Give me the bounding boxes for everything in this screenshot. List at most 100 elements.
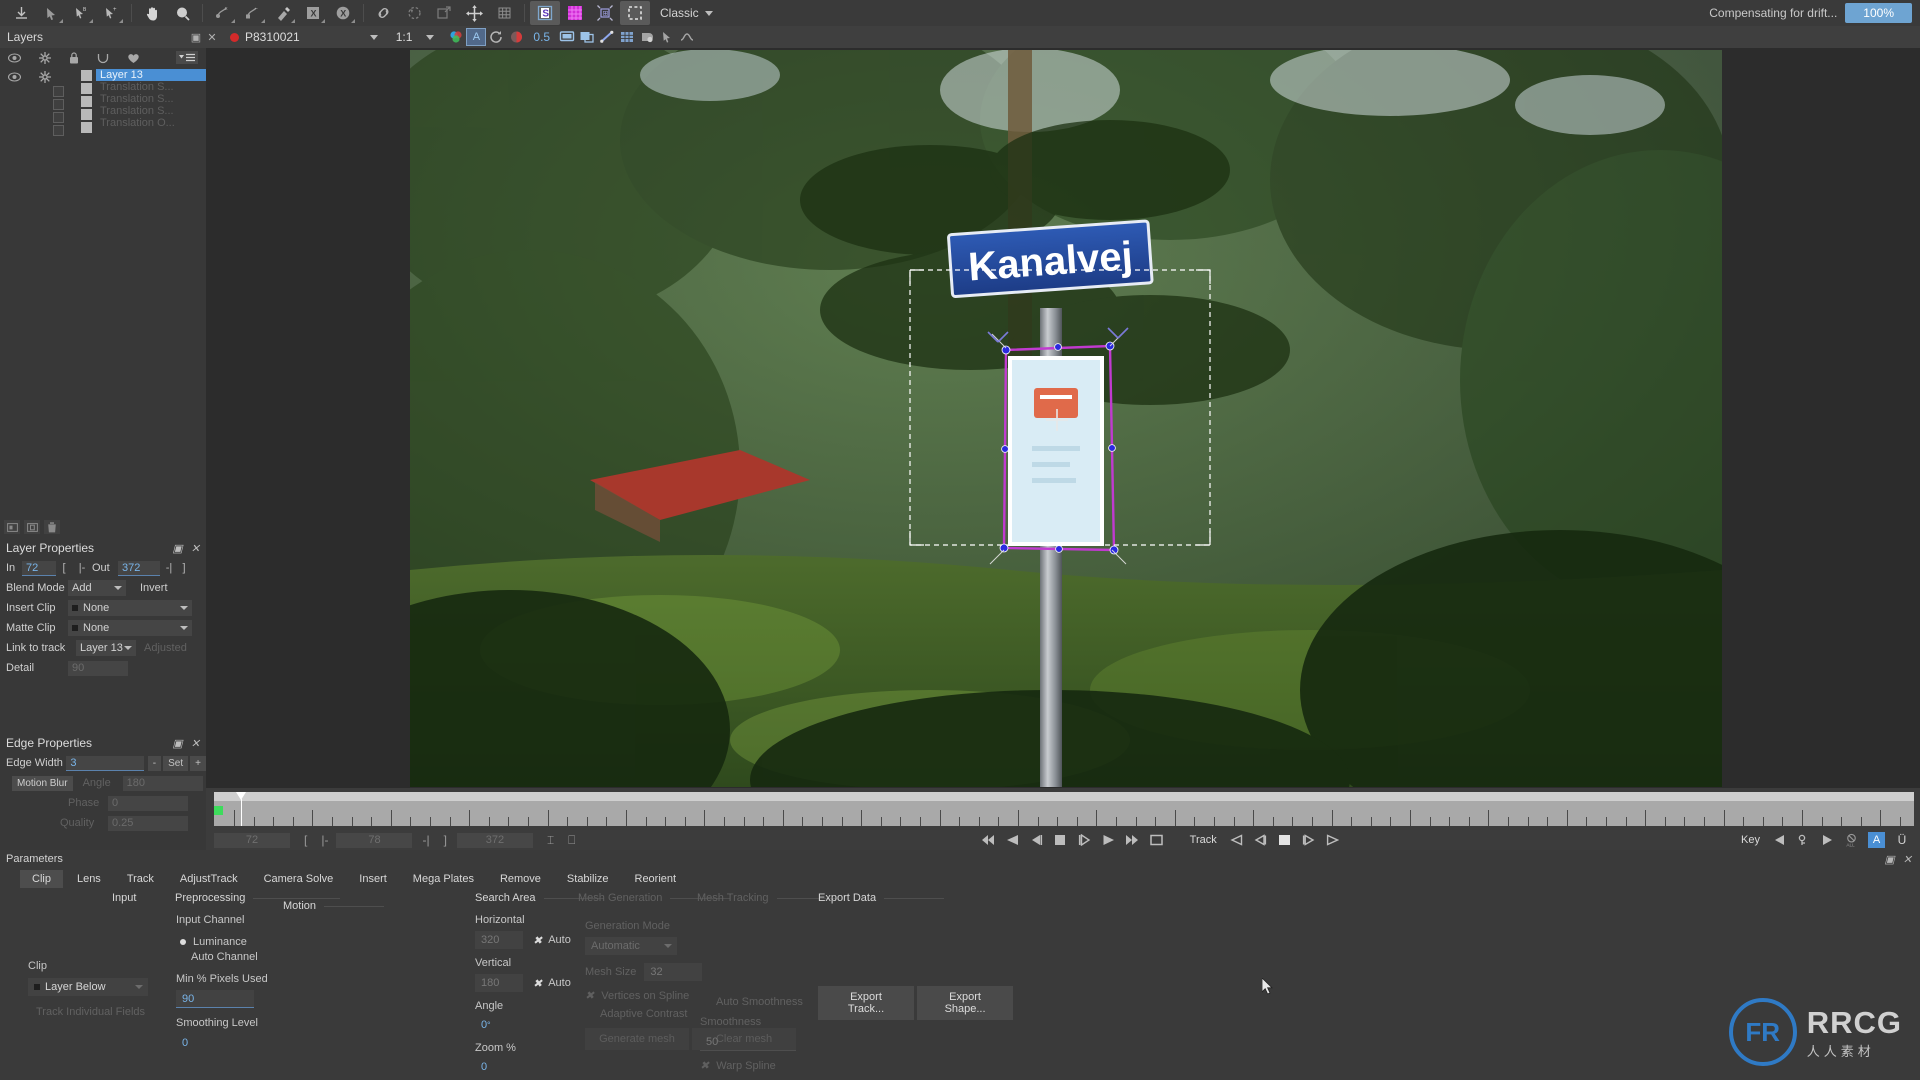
tab-camera-solve[interactable]: Camera Solve <box>252 870 346 888</box>
track-stop-icon[interactable] <box>1277 833 1292 848</box>
vertical-auto-checkbox[interactable]: ✖ Auto <box>533 977 571 990</box>
layer-row[interactable]: Layer 13 <box>96 69 206 81</box>
tab-clip[interactable]: Clip <box>20 870 63 888</box>
export-track-button[interactable]: Export Track... <box>818 986 914 1020</box>
planar-corner-icon[interactable]: ⊞ <box>590 1 620 25</box>
monitor-icon[interactable] <box>557 28 577 46</box>
tab-stabilize[interactable]: Stabilize <box>555 870 621 888</box>
refresh-icon[interactable] <box>486 28 506 46</box>
color-channels-icon[interactable] <box>446 28 466 46</box>
in-point-marker[interactable] <box>214 806 223 815</box>
float-panel-icon[interactable]: ▣ <box>1884 853 1894 866</box>
delete-all-keys-icon[interactable]: ALL <box>1844 833 1859 848</box>
prev-key-icon[interactable] <box>1772 833 1787 848</box>
bezier-tool-icon[interactable]: ⌐ <box>238 1 268 25</box>
visibility-eye-icon[interactable] <box>7 52 22 66</box>
goto-out-icon[interactable]: -| <box>160 562 178 574</box>
layer-menu-icon[interactable] <box>176 51 198 67</box>
xspline-tool-icon[interactable]: x <box>208 1 238 25</box>
track-back-step-icon[interactable] <box>1253 833 1268 848</box>
undo-key-icon[interactable]: Ü <box>1894 833 1910 848</box>
layer-row[interactable]: Translation S... <box>96 93 206 105</box>
layer-row[interactable]: Translation S... <box>96 105 206 117</box>
smoothness-field[interactable]: 50 <box>700 1033 796 1051</box>
export-shape-button[interactable]: Export Shape... <box>917 986 1014 1020</box>
float-panel-icon[interactable]: ▣ <box>188 29 204 45</box>
min-pixels-field[interactable]: 90 <box>176 990 254 1008</box>
delete-key-icon[interactable] <box>1796 833 1811 848</box>
clip-dropdown-chevron-icon[interactable] <box>369 34 378 40</box>
goto-in-icon[interactable]: |- <box>72 562 92 574</box>
aspect-dropdown-chevron-icon[interactable] <box>426 34 435 40</box>
lock-checkbox[interactable] <box>52 112 64 123</box>
curve-view-icon[interactable] <box>677 28 697 46</box>
go-to-start-icon[interactable] <box>981 833 996 848</box>
tab-insert[interactable]: Insert <box>347 870 399 888</box>
grid-view-icon[interactable] <box>617 28 637 46</box>
clip-selector[interactable]: P8310021 <box>230 30 300 44</box>
smoothing-level-field[interactable]: 0 <box>176 1034 254 1052</box>
motion-icon[interactable] <box>97 52 109 67</box>
in-value-field[interactable]: 72 <box>22 560 56 576</box>
tab-lens[interactable]: Lens <box>65 870 113 888</box>
grid-magenta-icon[interactable] <box>560 1 590 25</box>
magnetic-spline-icon[interactable] <box>268 1 298 25</box>
timeline-current-field[interactable]: 78 <box>336 832 413 848</box>
play-backward-icon[interactable] <box>1005 833 1020 848</box>
out-value-field[interactable]: 372 <box>118 560 160 576</box>
auto-channel-option[interactable]: Auto Channel <box>191 951 268 963</box>
loop-icon[interactable] <box>1149 833 1164 848</box>
add-spline-icon[interactable]: + <box>96 1 126 25</box>
edge-width-field[interactable]: 3 <box>66 755 144 771</box>
track-forward-icon[interactable] <box>1325 833 1340 848</box>
add-point-icon[interactable]: B <box>66 1 96 25</box>
horizontal-auto-checkbox[interactable]: ✖ Auto <box>533 934 571 947</box>
layout-preset-dropdown[interactable]: Classic <box>660 6 713 20</box>
matte-swatch[interactable] <box>80 83 92 94</box>
xspline-layer-icon[interactable]: X <box>298 1 328 25</box>
set-out-icon[interactable]: ] <box>440 833 451 847</box>
tab-track[interactable]: Track <box>115 870 166 888</box>
zoom-magnifier-icon[interactable] <box>167 1 197 25</box>
warp-spline-checkbox[interactable]: ✖ Warp Spline <box>700 1059 803 1073</box>
tab-reorient[interactable]: Reorient <box>623 870 689 888</box>
timeline-ruler[interactable] <box>214 792 1914 826</box>
pan-hand-icon[interactable] <box>137 1 167 25</box>
alpha-channel-icon[interactable]: A <box>466 28 487 46</box>
surface-s-icon[interactable]: S <box>530 1 560 25</box>
phase-field[interactable]: 0 <box>108 795 188 811</box>
transform-box-icon[interactable] <box>429 1 459 25</box>
matte-icon[interactable] <box>127 52 140 67</box>
matte-clip-dropdown[interactable]: None <box>68 620 192 636</box>
link-to-track-dropdown[interactable]: Layer 13 <box>76 640 136 656</box>
invert-label[interactable]: Invert <box>140 582 168 594</box>
grid-warp-icon[interactable] <box>489 1 519 25</box>
select-region-icon[interactable] <box>620 1 650 25</box>
edge-width-plus-button[interactable]: + <box>190 755 206 771</box>
delete-layer-icon[interactable] <box>44 520 60 534</box>
tab-mega-plates[interactable]: Mega Plates <box>401 870 486 888</box>
matte-swatch[interactable] <box>80 70 92 81</box>
stabilize-view-icon[interactable] <box>637 28 657 46</box>
quality-field[interactable]: 0.25 <box>108 815 188 831</box>
angle-field[interactable]: 0 <box>475 1016 521 1034</box>
float-panel-icon[interactable]: ▣ <box>172 542 182 555</box>
matte-swatch[interactable] <box>80 122 92 133</box>
motion-blur-toggle[interactable]: Motion Blur <box>12 775 73 791</box>
opacity-value[interactable]: 0.5 <box>526 30 557 44</box>
fit-range-icon[interactable]: ⌶ <box>543 833 558 848</box>
clip-dropdown[interactable]: Layer Below <box>28 978 148 996</box>
layer-settings-toggle[interactable] <box>39 71 51 86</box>
new-layer-icon[interactable] <box>4 520 20 534</box>
bezier-layer-icon[interactable]: X <box>328 1 358 25</box>
lock-checkbox[interactable] <box>52 86 64 97</box>
close-panel-icon[interactable]: ✕ <box>1903 853 1912 866</box>
tab-adjusttrack[interactable]: AdjustTrack <box>168 870 250 888</box>
edge-width-set-button[interactable]: Set <box>163 755 189 771</box>
viewer-canvas[interactable]: Kanalvej <box>410 50 1722 787</box>
track-backward-icon[interactable] <box>1229 833 1244 848</box>
step-back-icon[interactable] <box>1029 833 1044 848</box>
matte-swatch[interactable] <box>80 109 92 120</box>
matte-swatch[interactable] <box>80 96 92 107</box>
playhead[interactable] <box>236 792 247 826</box>
